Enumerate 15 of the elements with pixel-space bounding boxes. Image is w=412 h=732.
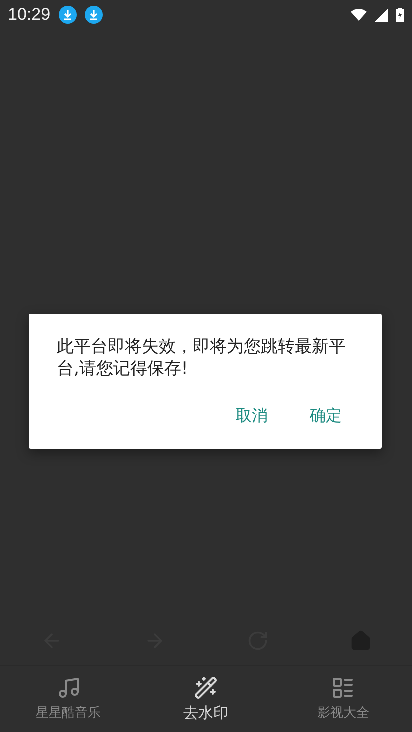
download-icon [58,6,77,24]
signal-icon [375,8,388,22]
dialog-message: 此平台即将失效，即将为您跳转最新平台,请您记得保存! [57,336,347,380]
cancel-button[interactable]: 取消 [230,402,274,431]
download-icon [84,6,103,24]
status-time: 10:29 [8,5,51,25]
wifi-icon [351,9,367,21]
nav-tab[interactable]: 星星酷音乐 [0,666,138,732]
nav-tab[interactable]: 去水印 [137,666,275,732]
list-icon [331,676,356,700]
battery-icon [396,8,404,22]
nav-tab[interactable]: 影视大全 [274,666,412,732]
magic-wand-icon [194,676,218,700]
music-note-icon [56,676,81,700]
confirm-button[interactable]: 确定 [304,402,348,431]
